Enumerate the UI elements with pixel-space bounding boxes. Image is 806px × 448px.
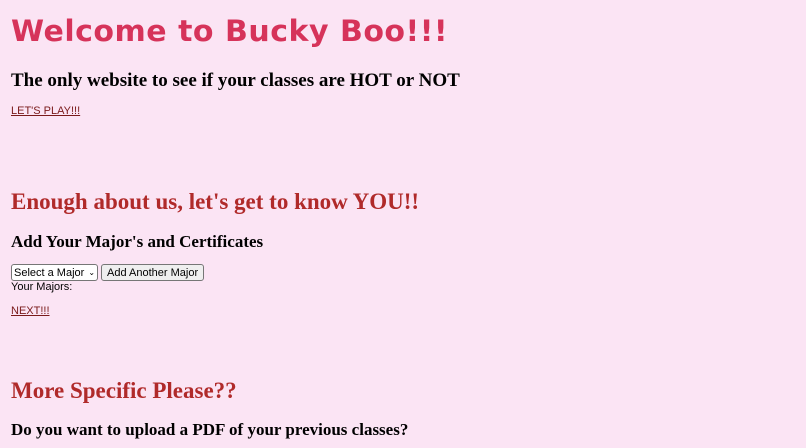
your-majors-label: Your Majors: xyxy=(11,281,73,293)
tagline: The only website to see if your classes … xyxy=(11,70,460,91)
majors-heading: Add Your Major's and Certificates xyxy=(11,232,264,251)
add-another-major-button[interactable]: Add Another Major xyxy=(101,264,205,281)
specific-section-title: More Specific Please?? xyxy=(11,378,237,403)
pdf-upload-question: Do you want to upload a PDF of your prev… xyxy=(11,420,409,439)
major-controls: Select a Major ⌄ Add Another Major xyxy=(11,264,205,281)
majors-section-title: Enough about us, let's get to know YOU!! xyxy=(11,189,420,214)
chevron-down-icon: ⌄ xyxy=(88,267,96,277)
lets-play-link[interactable]: LET'S PLAY!!! xyxy=(11,105,80,117)
site-title: Welcome to Bucky Boo!!! xyxy=(11,14,449,49)
major-select[interactable]: Select a Major ⌄ xyxy=(11,264,99,281)
major-select-value: Select a Major xyxy=(14,266,85,279)
next-link[interactable]: NEXT!!! xyxy=(11,305,50,317)
